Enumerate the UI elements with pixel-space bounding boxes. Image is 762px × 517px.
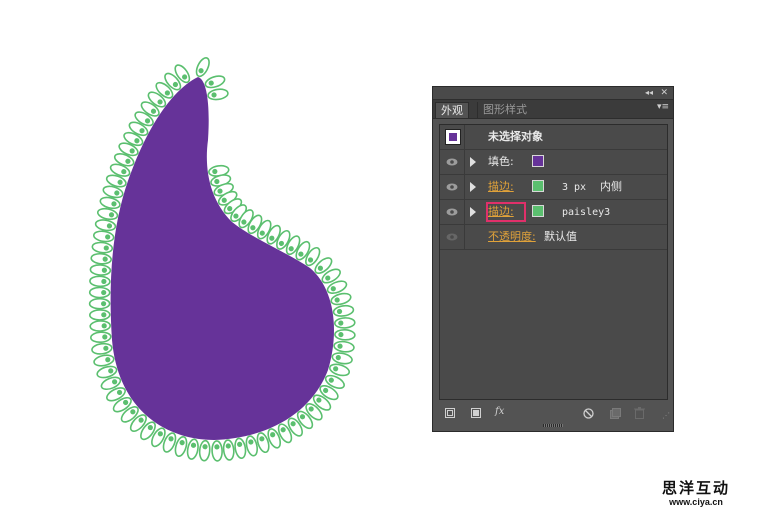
close-icon[interactable]: ✕ [660,87,668,99]
fill-label: 填色: [488,155,514,168]
petal [91,342,113,355]
expand-arrow-icon[interactable] [470,207,476,217]
fill-row[interactable]: 填色: [440,150,667,175]
panel-grip[interactable] [543,424,563,427]
visibility-cell [440,225,465,249]
petal [334,317,356,329]
fill-swatch[interactable] [532,155,544,167]
petal [89,264,112,276]
stroke-weight: 3 px [562,182,587,193]
petal [333,340,355,353]
selection-status: 未选择对象 [488,130,543,143]
visibility-cell [440,200,465,224]
petal [91,241,114,254]
petal [331,352,353,365]
expand-arrow-icon[interactable] [470,182,476,192]
duplicate-icon[interactable] [610,408,621,419]
stroke-alignment: 内侧 [600,180,622,193]
add-stroke-icon[interactable] [445,408,455,418]
petal [207,88,229,101]
brush-name: paisley3 [562,207,611,218]
tab-appearance[interactable]: 外观 [435,102,469,118]
stroke-label-link[interactable]: 描边: [488,180,514,194]
clear-icon[interactable] [583,408,594,419]
stroke-label-link[interactable]: 描边: [488,205,514,219]
eye-icon[interactable] [446,158,458,166]
opacity-label-link[interactable]: 不透明度: [488,230,536,244]
petal [94,219,117,232]
double-arrow-icon[interactable]: ◂◂ [645,87,653,99]
petal [186,438,199,460]
eye-icon[interactable] [446,233,458,241]
expand-arrow-icon[interactable] [470,157,476,167]
petal [88,297,111,310]
tab-graphic-styles[interactable]: 图形样式 [477,102,532,118]
petal [211,440,223,462]
panel-menu-icon[interactable]: ▾≡ [657,102,669,112]
petal [90,252,112,265]
panel-tabs: 外观 图形样式 ▾≡ [433,100,673,119]
stroke-row-1[interactable]: 描边: 3 px 内侧 [440,175,667,200]
petal [89,309,111,321]
appearance-header-row: 未选择对象 [440,125,667,150]
visibility-cell [440,175,465,199]
petal [334,328,356,341]
delete-icon[interactable] [634,407,645,419]
panel-bottom-bar: fx ⋰ [433,403,673,423]
petal [89,320,111,332]
add-fill-icon[interactable] [471,408,481,418]
visibility-cell [440,150,465,174]
stroke-swatch[interactable] [532,180,544,192]
appearance-list: 未选择对象 填色: 描边: 3 px 内侧 描边: paisley3 不透明度:… [439,124,668,400]
paisley-artwork [88,57,356,462]
fx-icon[interactable]: fx [495,406,504,417]
petal [204,75,226,89]
watermark: 思洋互动 www.ciya.cn [656,480,736,508]
eye-icon[interactable] [446,208,458,216]
petal [89,275,111,288]
opacity-value: 默认值 [544,230,577,243]
petal [332,304,355,317]
petal [93,354,115,367]
panel-title-bar: ◂◂ ✕ [433,87,673,100]
watermark-url: www.ciya.cn [669,497,723,507]
petal [222,439,235,461]
thumbnail-cell [440,125,465,149]
petal [92,230,115,243]
petal [88,286,111,299]
thumbnail-fill [449,133,457,141]
watermark-title: 思洋互动 [661,479,730,497]
stroke-row-2[interactable]: 描边: paisley3 [440,200,667,225]
appearance-panel: ◂◂ ✕ 外观 图形样式 ▾≡ 未选择对象 填色: 描边: 3 px 内侧 描边… [432,86,674,432]
petal [198,439,211,462]
object-thumbnail [445,129,461,145]
stroke-swatch[interactable] [532,205,544,217]
opacity-row[interactable]: 不透明度: 默认值 [440,225,667,250]
petal [96,207,119,221]
petal [234,437,247,459]
petal [195,57,210,78]
eye-icon[interactable] [446,183,458,191]
petal [90,331,112,344]
resize-grip-icon[interactable]: ⋰ [662,411,670,420]
